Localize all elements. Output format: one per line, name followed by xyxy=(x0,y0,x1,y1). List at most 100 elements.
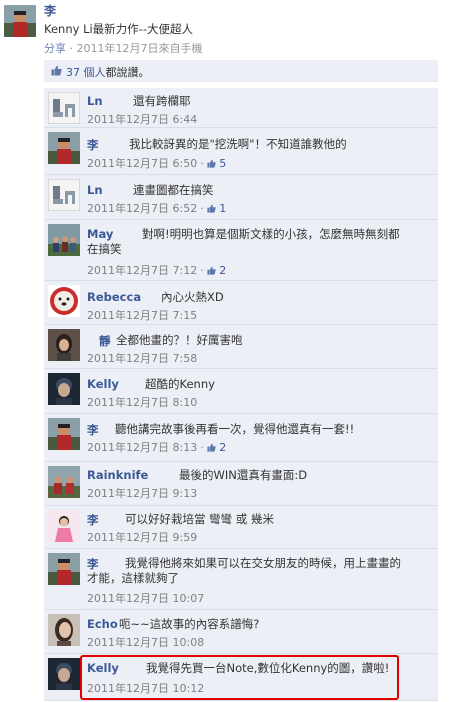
comment-timestamp[interactable]: 2011年12月7日 6:52 xyxy=(87,202,197,215)
comment-timestamp[interactable]: 2011年12月7日 10:08 xyxy=(87,636,204,649)
comment-like-count[interactable]: 2 xyxy=(219,441,226,454)
comment-like-count[interactable]: 5 xyxy=(219,157,226,170)
comment-author-name[interactable]: Rainknife xyxy=(87,468,148,482)
cyclist-avatar[interactable] xyxy=(48,418,80,450)
comment-author-name[interactable]: Kelly xyxy=(87,377,119,391)
comment-author-name[interactable]: 李 xyxy=(87,422,99,438)
comment-text: 全都他畫的？！好厲害咆 xyxy=(116,333,430,348)
comment-author-name[interactable]: Ln xyxy=(87,183,103,197)
comment-timestamp[interactable]: 2011年12月7日 6:50 xyxy=(87,157,197,170)
girl-pink-avatar[interactable] xyxy=(48,510,80,542)
comment-timestamp[interactable]: 2011年12月7日 10:07 xyxy=(87,592,204,605)
ln-logo-avatar[interactable] xyxy=(48,92,80,124)
comment-timestamp[interactable]: 2011年12月7日 8:10 xyxy=(87,396,197,409)
comment-item: Rebecca 內心火熱XD 2011年12月7日 7:15 xyxy=(44,281,438,325)
comment-like-count[interactable]: 1 xyxy=(219,202,226,215)
comment-timestamp[interactable]: 2011年12月7日 7:15 xyxy=(87,309,197,322)
thumbs-up-icon xyxy=(51,65,62,76)
comment-author-name[interactable]: Echo xyxy=(87,617,118,631)
post-author-name[interactable]: 李 xyxy=(44,2,56,19)
comment-meta: 2011年12月7日 9:59 xyxy=(87,529,197,545)
author-avatar[interactable] xyxy=(4,5,36,37)
comment-text-line: 最後的WIN還真有畫面:D xyxy=(179,468,308,482)
post-text: Kenny Li最新力作--大便超人 xyxy=(44,22,193,36)
comment-text-line: 在搞笑 xyxy=(87,242,122,256)
thumbs-up-icon[interactable] xyxy=(207,159,216,168)
comment-meta: 2011年12月7日 8:13 · 2 xyxy=(87,439,226,455)
meta-separator: · xyxy=(200,441,204,454)
comment-author-name[interactable]: Rebecca xyxy=(87,290,141,304)
comment-text: 我比較訝異的是"挖洗啊"！不知道誰教他的 xyxy=(129,137,430,152)
comment-text-line: 超酷的Kenny xyxy=(145,377,215,391)
comment-meta: 2011年12月7日 6:52 · 1 xyxy=(87,200,226,216)
comment-text-line: 可以好好栽培當 彎彎 或 幾米 xyxy=(125,512,274,526)
meta-separator: · xyxy=(200,157,204,170)
cyclist-avatar[interactable] xyxy=(48,132,80,164)
comment-text: 最後的WIN還真有畫面:D xyxy=(179,468,430,483)
thumbs-up-icon[interactable] xyxy=(207,204,216,213)
woman-avatar[interactable] xyxy=(48,329,80,361)
post-header: 李 Kenny Li最新力作--大便超人 分享 · 2011年12月7日來自手機 xyxy=(0,0,449,60)
comment-text-line: 還有跨欄耶 xyxy=(133,94,191,108)
man-avatar[interactable] xyxy=(48,658,80,690)
comment-author-name[interactable]: 靜 xyxy=(99,333,111,349)
comment-timestamp[interactable]: 2011年12月7日 8:13 xyxy=(87,441,197,454)
comment-timestamp[interactable]: 2011年12月7日 6:44 xyxy=(87,113,197,126)
woman2-avatar[interactable] xyxy=(48,614,80,646)
comment-meta: 2011年12月7日 7:58 xyxy=(87,350,197,366)
comment-text: 超酷的Kenny xyxy=(145,377,430,392)
comment-meta: 2011年12月7日 6:50 · 5 xyxy=(87,155,226,171)
post-timestamp[interactable]: · 2011年12月7日來自手機 xyxy=(70,42,203,55)
meta-separator: · xyxy=(200,264,204,277)
comment-text-line: 內心火熱XD xyxy=(161,290,224,304)
comment-text: 連畫圖都在搞笑 xyxy=(133,183,430,198)
comment-item: 李 聽他講完故事後再看一次，覺得他還真有一套!! 2011年12月7日 8:13 · … xyxy=(44,414,438,462)
comment-item: Ln 連畫圖都在搞笑 2011年12月7日 6:52 · 1 xyxy=(44,175,438,220)
post-meta: 分享 · 2011年12月7日來自手機 xyxy=(44,40,202,56)
cyclist-group-avatar[interactable] xyxy=(48,466,80,498)
comment-text-line: 連畫圖都在搞笑 xyxy=(133,183,214,197)
comment-item: Rainknife 最後的WIN還真有畫面:D 2011年12月7日 9:13 xyxy=(44,462,438,506)
comment-text: 對啊!明明也算是個斯文樣的小孩，怎麼無時無刻都 在搞笑 xyxy=(87,227,430,257)
comment-item: 靜全都他畫的？！好厲害咆 2011年12月7日 7:58 xyxy=(44,325,438,369)
comment-text-line: 我覺得他將來如果可以在交女朋友的時候，用上畫畫的 xyxy=(125,556,401,570)
comment-text: 呃~~這故事的內容系譜悔? xyxy=(119,617,430,632)
comment-text: 還有跨欄耶 xyxy=(133,94,430,109)
comment-item: 李 可以好好栽培當 彎彎 或 幾米 2011年12月7日 9:59 xyxy=(44,506,438,549)
like-suffix: 都說讚。 xyxy=(105,66,150,79)
group-photo-avatar[interactable] xyxy=(48,224,80,256)
comment-text-line: 我比較訝異的是"挖洗啊"！不知道誰教他的 xyxy=(129,137,347,151)
comment-timestamp[interactable]: 2011年12月7日 9:59 xyxy=(87,531,197,544)
comment-author-name[interactable]: 李 xyxy=(87,556,99,572)
comment-timestamp[interactable]: 2011年12月7日 7:58 xyxy=(87,352,197,365)
comment-item: 李我覺得他將來如果可以在交女朋友的時候，用上畫畫的 才能，這樣就夠了 2011年12… xyxy=(44,549,438,610)
comment-meta: 2011年12月7日 10:08 xyxy=(87,634,204,650)
thumbs-up-icon[interactable] xyxy=(207,443,216,452)
meta-separator: · xyxy=(200,202,204,215)
share-link[interactable]: 分享 xyxy=(44,42,66,55)
ln-logo-avatar[interactable] xyxy=(48,179,80,211)
comment-like-count[interactable]: 2 xyxy=(219,264,226,277)
comment-author-name[interactable]: May xyxy=(87,227,113,241)
comment-item: Kelly 超酷的Kenny 2011年12月7日 8:10 xyxy=(44,369,438,414)
comment-text-line: 全都他畫的？！好厲害咆 xyxy=(116,333,243,347)
comment-text-line: 才能，這樣就夠了 xyxy=(87,571,179,585)
man-avatar[interactable] xyxy=(48,373,80,405)
comment-author-name[interactable]: 李 xyxy=(87,137,99,153)
comment-timestamp[interactable]: 2011年12月7日 7:12 xyxy=(87,264,197,277)
cyclist-avatar[interactable] xyxy=(48,553,80,585)
dog-avatar[interactable] xyxy=(48,285,80,317)
comment-author-name[interactable]: Ln xyxy=(87,94,103,108)
comment-author-name[interactable]: 李 xyxy=(87,512,99,528)
thumbs-up-icon[interactable] xyxy=(207,266,216,275)
comment-text: 可以好好栽培當 彎彎 或 幾米 xyxy=(125,512,430,527)
comment-item: Ln 還有跨欄耶 2011年12月7日 6:44 xyxy=(44,88,438,128)
comment-timestamp[interactable]: 2011年12月7日 9:13 xyxy=(87,487,197,500)
comment-meta: 2011年12月7日 9:13 xyxy=(87,485,197,501)
comment-item: Echo 呃~~這故事的內容系譜悔? 2011年12月7日 10:08 xyxy=(44,610,438,654)
highlight-box xyxy=(80,655,399,700)
comment-text: 我覺得他將來如果可以在交女朋友的時候，用上畫畫的 才能，這樣就夠了 xyxy=(87,556,430,586)
like-count-link[interactable]: 37 個人 xyxy=(66,66,106,79)
comment-meta: 2011年12月7日 8:10 xyxy=(87,394,197,410)
comment-item: May 對啊!明明也算是個斯文樣的小孩，怎麼無時無刻都 在搞笑 2011年12月7日 … xyxy=(44,220,438,281)
